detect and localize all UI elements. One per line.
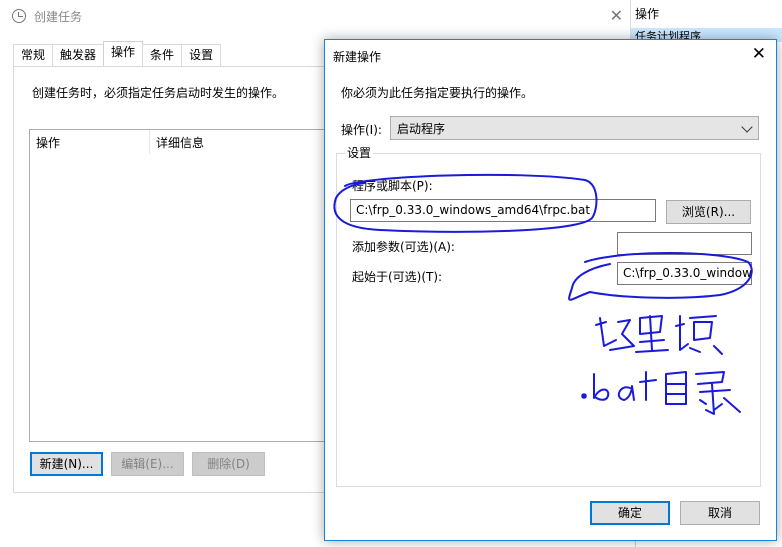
- action-type-label: 操作(I):: [341, 123, 382, 137]
- dialog-title: 新建操作: [333, 50, 382, 64]
- tab-conditions[interactable]: 条件: [142, 44, 183, 66]
- chevron-down-icon: [741, 121, 753, 133]
- arguments-label: 添加参数(可选)(A):: [352, 240, 455, 254]
- edit-action-button[interactable]: 编辑(E)...: [111, 452, 184, 476]
- column-header-action[interactable]: 操作: [30, 130, 150, 154]
- new-action-button[interactable]: 新建(N)...: [30, 452, 103, 476]
- window-title: 创建任务: [34, 9, 83, 24]
- start-in-label: 起始于(可选)(T):: [352, 270, 443, 284]
- table-header: 操作 详细信息: [30, 130, 328, 154]
- cancel-button[interactable]: 取消: [680, 501, 760, 525]
- behind-window-strip: 操作 任务计划程序: [630, 0, 782, 42]
- browse-button[interactable]: 浏览(R)...: [666, 200, 751, 224]
- column-header-details[interactable]: 详细信息: [150, 130, 210, 154]
- tab-settings[interactable]: 设置: [181, 44, 222, 66]
- start-in-input[interactable]: C:\frp_0.33.0_windows: [617, 262, 752, 285]
- actions-table[interactable]: 操作 详细信息: [29, 129, 329, 442]
- settings-group-label: 设置: [345, 144, 374, 161]
- tab-strip: 常规 触发器 操作 条件 设置: [13, 41, 222, 66]
- program-script-label: 程序或脚本(P):: [352, 179, 433, 193]
- behind-window-header: 操作: [635, 7, 660, 21]
- delete-action-button[interactable]: 删除(D): [192, 452, 265, 476]
- tab-actions[interactable]: 操作: [103, 41, 144, 66]
- window-titlebar: 创建任务: [0, 0, 635, 32]
- ok-button[interactable]: 确定: [590, 501, 670, 525]
- program-script-input[interactable]: C:\frp_0.33.0_windows_amd64\frpc.bat: [350, 199, 656, 222]
- tab-triggers[interactable]: 触发器: [52, 44, 105, 66]
- arguments-input[interactable]: [617, 232, 752, 255]
- new-action-dialog: 新建操作 ✕ 你必须为此任务指定要执行的操作。 操作(I): 启动程序 设置 程…: [324, 39, 777, 541]
- dialog-instruction: 你必须为此任务指定要执行的操作。: [341, 86, 534, 100]
- action-type-select[interactable]: 启动程序: [390, 116, 759, 140]
- action-type-value: 启动程序: [397, 122, 446, 136]
- tab-general[interactable]: 常规: [13, 44, 54, 66]
- dialog-close-icon[interactable]: ✕: [752, 44, 766, 64]
- clock-icon: [12, 9, 26, 23]
- actions-description: 创建任务时，必须指定任务启动时发生的操作。: [32, 86, 285, 100]
- close-icon[interactable]: ✕: [610, 6, 623, 25]
